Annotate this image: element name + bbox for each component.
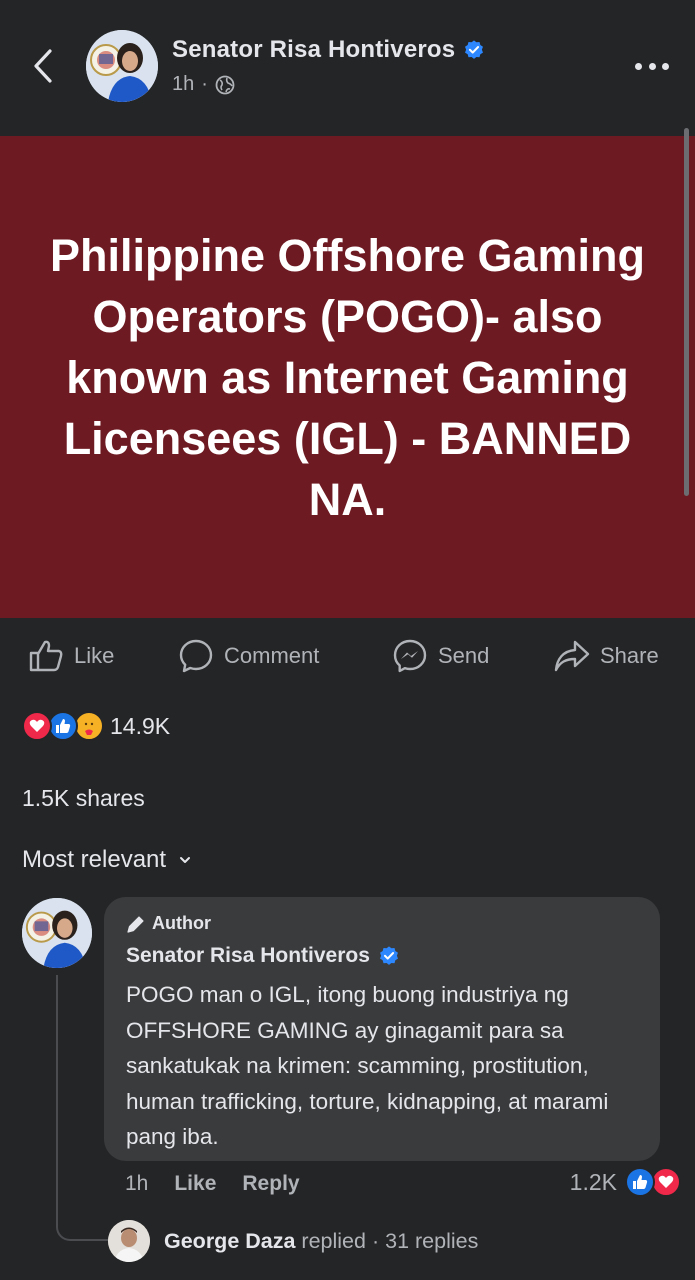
more-options-button[interactable] [635, 54, 669, 78]
post-banner-image[interactable]: Philippine Offshore Gaming Operators (PO… [0, 136, 695, 618]
post-header: Senator Risa Hontiveros 1h · [0, 0, 695, 136]
love-reaction-icon [22, 711, 52, 741]
like-reaction-icon [625, 1167, 655, 1197]
comment-button[interactable]: Comment [178, 638, 319, 674]
care-reaction-icon [74, 711, 104, 741]
replies-count: 31 replies [385, 1228, 479, 1253]
shares-count[interactable]: 1.5K shares [22, 785, 145, 812]
reply-thread-line [56, 975, 108, 1241]
commenter-name[interactable]: Senator Risa Hontiveros [126, 944, 400, 968]
thumbs-up-icon [29, 640, 63, 672]
comment-label: Comment [224, 643, 320, 668]
like-reaction-icon [48, 711, 78, 741]
replier-name[interactable]: George Daza [164, 1229, 295, 1253]
comment-reaction-count: 1.2K [569, 1168, 617, 1195]
like-label: Like [74, 643, 115, 668]
banner-text: Philippine Offshore Gaming Operators (PO… [49, 229, 646, 525]
comment-like-button[interactable]: Like [174, 1172, 216, 1196]
comment-footer: 1h Like Reply [125, 1172, 300, 1196]
like-button[interactable]: Like [28, 638, 114, 674]
sort-label: Most relevant [22, 846, 167, 873]
post-time[interactable]: 1h [172, 73, 194, 96]
comment-reactions[interactable]: 1.2K [570, 1167, 681, 1197]
chevron-left-icon [34, 49, 52, 83]
meta-separator: · [201, 73, 208, 95]
share-arrow-icon [554, 640, 590, 672]
messenger-icon [393, 639, 427, 673]
scrollbar[interactable] [684, 128, 689, 496]
comment-bubble-icon [179, 639, 213, 673]
share-button[interactable]: Share [554, 638, 659, 674]
more-dot-icon [648, 62, 656, 70]
replied-verb: replied [301, 1228, 366, 1253]
comment-bubble[interactable]: Author Senator Risa Hontiveros POGO man … [104, 897, 660, 1161]
comment-time[interactable]: 1h [125, 1172, 148, 1196]
globe-icon [215, 75, 235, 94]
comment-text: POGO man o IGL, itong buong industriya n… [126, 982, 609, 1149]
love-reaction-icon [651, 1167, 681, 1197]
send-label: Send [438, 643, 490, 668]
author-avatar[interactable] [86, 30, 158, 102]
verified-badge-icon [379, 946, 398, 965]
send-button[interactable]: Send [392, 638, 489, 674]
commenter-name-text[interactable]: Senator Risa Hontiveros [126, 944, 370, 968]
reaction-count: 14.9K [110, 712, 171, 739]
replies-dot: · [371, 1228, 380, 1253]
more-dot-icon [635, 62, 642, 70]
reactions-summary[interactable]: 14.9K [22, 710, 170, 742]
post-actions: Like Comment Send Share [0, 618, 695, 692]
chevron-down-icon [180, 857, 191, 863]
commenter-avatar[interactable] [22, 898, 92, 968]
author-badge: Author [126, 913, 211, 934]
verified-badge-icon [465, 40, 484, 59]
author-name[interactable]: Senator Risa Hontiveros [172, 36, 485, 64]
replier-avatar [108, 1220, 150, 1262]
comment-sort-dropdown[interactable]: Most relevant [22, 846, 192, 874]
author-name-text[interactable]: Senator Risa Hontiveros [172, 36, 455, 64]
author-badge-label: Author [152, 913, 211, 933]
post-meta: 1h · [172, 73, 235, 96]
view-replies-link[interactable]: George Daza replied · 31 replies [108, 1220, 478, 1262]
back-button[interactable] [26, 46, 60, 86]
pencil-icon [127, 915, 144, 933]
comment-reply-button[interactable]: Reply [242, 1172, 299, 1196]
more-dot-icon [662, 62, 669, 70]
share-label: Share [600, 643, 659, 668]
